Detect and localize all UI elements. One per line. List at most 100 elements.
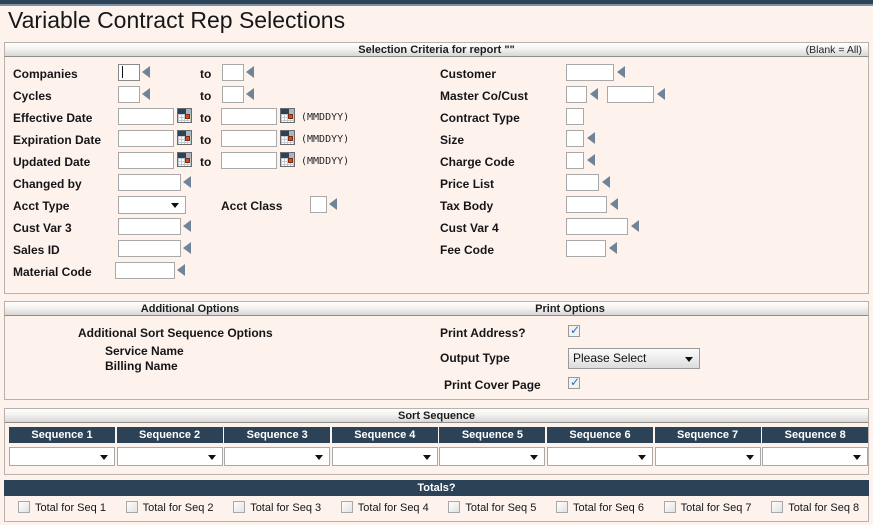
total-for-seq-4-checkbox[interactable] bbox=[340, 501, 353, 513]
label-contract-type: Contract Type bbox=[440, 111, 520, 125]
price-list-lookup-icon[interactable] bbox=[602, 176, 610, 188]
cycles-to-input[interactable] bbox=[222, 86, 244, 103]
blank-equals-all-note: (Blank = All) bbox=[805, 44, 862, 56]
updated-date-to-word: to bbox=[200, 155, 212, 169]
master-cust-input[interactable] bbox=[607, 86, 654, 103]
customer-input[interactable] bbox=[566, 64, 614, 81]
master-cust-lookup-icon[interactable] bbox=[657, 88, 665, 100]
changed-by-lookup-icon[interactable] bbox=[183, 176, 191, 188]
top-accent-line bbox=[0, 4, 873, 6]
acct-type-select[interactable] bbox=[118, 196, 186, 214]
label-effective-date: Effective Date bbox=[13, 111, 93, 125]
cust-var-4-input[interactable] bbox=[566, 218, 628, 235]
total-for-seq-7-checkbox[interactable] bbox=[663, 501, 676, 513]
print-options-header-title: Print Options bbox=[535, 303, 605, 315]
fee-code-lookup-icon[interactable] bbox=[609, 242, 617, 254]
total-for-seq-5-checkbox[interactable] bbox=[448, 501, 461, 513]
selection-criteria-header: Selection Criteria for report "" (Blank … bbox=[4, 42, 869, 57]
sequence-select-5[interactable] bbox=[439, 447, 546, 466]
sort-sequence-header: Sort Sequence bbox=[4, 408, 869, 423]
sequence-select-4[interactable] bbox=[331, 447, 438, 466]
sequence-select-8[interactable] bbox=[762, 447, 869, 466]
calendar-icon[interactable] bbox=[280, 130, 295, 145]
effective-date-to-input[interactable] bbox=[221, 108, 277, 125]
total-for-seq-2-checkbox[interactable] bbox=[125, 501, 138, 513]
cycles-to-lookup-icon[interactable] bbox=[246, 88, 254, 100]
charge-code-lookup-icon[interactable] bbox=[587, 154, 595, 166]
chevron-down-icon bbox=[853, 454, 862, 460]
companies-from-lookup-icon[interactable] bbox=[142, 66, 150, 78]
expiration-date-from-input[interactable] bbox=[118, 130, 174, 147]
material-code-lookup-icon[interactable] bbox=[177, 264, 185, 276]
material-code-input[interactable] bbox=[115, 262, 175, 279]
print-address-checkbox[interactable]: ✓ bbox=[568, 324, 580, 337]
updated-date-from-input[interactable] bbox=[118, 152, 174, 169]
label-updated-date: Updated Date bbox=[13, 155, 91, 169]
cycles-from-input[interactable] bbox=[118, 86, 140, 103]
expiration-date-to-word: to bbox=[200, 133, 212, 147]
calendar-icon[interactable] bbox=[177, 108, 192, 123]
sales-id-lookup-icon[interactable] bbox=[183, 242, 191, 254]
chevron-down-icon bbox=[315, 454, 324, 460]
companies-to-input[interactable] bbox=[222, 64, 244, 81]
total-for-seq-5-label: Total for Seq 5 bbox=[465, 502, 537, 514]
sales-id-input[interactable] bbox=[118, 240, 181, 257]
total-for-seq-6-checkbox[interactable] bbox=[556, 501, 568, 513]
sequence-header-4: Sequence 4 bbox=[331, 427, 438, 443]
changed-by-input[interactable] bbox=[118, 174, 181, 191]
sequence-header-3: Sequence 3 bbox=[224, 427, 331, 443]
label-acct-type: Acct Type bbox=[13, 199, 70, 213]
calendar-icon[interactable] bbox=[280, 108, 295, 123]
tax-body-input[interactable] bbox=[566, 196, 607, 213]
sequence-select-1[interactable] bbox=[9, 447, 115, 466]
companies-to-lookup-icon[interactable] bbox=[246, 66, 254, 78]
sequence-select-2[interactable] bbox=[116, 447, 223, 466]
cust-var-4-lookup-icon[interactable] bbox=[631, 220, 639, 232]
label-size: Size bbox=[440, 133, 465, 147]
checkmark-icon: ✓ bbox=[570, 375, 581, 389]
sort-sequence-panel: Sequence 1 Sequence 2 Sequence 3 Sequence 4… bbox=[4, 423, 869, 475]
updated-date-format-hint: (MMDDYY) bbox=[301, 156, 350, 167]
contract-type-input[interactable] bbox=[566, 108, 584, 125]
total-for-seq-3-checkbox[interactable] bbox=[233, 501, 246, 513]
effective-date-from-input[interactable] bbox=[118, 108, 174, 125]
fee-code-input[interactable] bbox=[566, 240, 606, 257]
sequence-select-3[interactable] bbox=[224, 447, 331, 466]
tax-body-lookup-icon[interactable] bbox=[610, 198, 618, 210]
label-fee-code: Fee Code bbox=[440, 243, 495, 257]
selection-criteria-header-title: Selection Criteria for report "" bbox=[358, 44, 515, 56]
acct-class-lookup-icon[interactable] bbox=[329, 198, 337, 210]
size-input[interactable] bbox=[566, 130, 584, 147]
selection-criteria-panel: Companies to Cycles to Effective Date to… bbox=[4, 57, 869, 294]
charge-code-input[interactable] bbox=[566, 152, 584, 169]
expiration-date-to-input[interactable] bbox=[221, 130, 277, 147]
expiration-date-format-hint: (MMDDYY) bbox=[301, 134, 350, 145]
cust-var-3-lookup-icon[interactable] bbox=[183, 220, 191, 232]
sequence-select-6[interactable] bbox=[547, 447, 653, 466]
master-co-lookup-icon[interactable] bbox=[590, 88, 598, 100]
price-list-input[interactable] bbox=[566, 174, 599, 191]
customer-lookup-icon[interactable] bbox=[617, 66, 625, 78]
calendar-icon[interactable] bbox=[177, 130, 192, 145]
sequence-header-2: Sequence 2 bbox=[116, 427, 223, 443]
total-for-seq-1-checkbox[interactable] bbox=[18, 501, 30, 513]
effective-date-format-hint: (MMDDYY) bbox=[301, 112, 350, 123]
sequence-select-7[interactable] bbox=[654, 447, 761, 466]
calendar-icon[interactable] bbox=[177, 152, 192, 167]
calendar-icon[interactable] bbox=[280, 152, 295, 167]
label-tax-body: Tax Body bbox=[440, 199, 494, 213]
sequence-header-6: Sequence 6 bbox=[547, 427, 653, 443]
chevron-down-icon bbox=[171, 203, 179, 208]
additional-sort-sequence-options-title: Additional Sort Sequence Options bbox=[78, 326, 273, 340]
cycles-from-lookup-icon[interactable] bbox=[142, 88, 150, 100]
cust-var-3-input[interactable] bbox=[118, 218, 181, 235]
label-print-cover-page: Print Cover Page bbox=[444, 378, 541, 392]
totals-header-title: Totals? bbox=[417, 482, 456, 494]
size-lookup-icon[interactable] bbox=[587, 132, 595, 144]
updated-date-to-input[interactable] bbox=[221, 152, 277, 169]
print-cover-page-checkbox[interactable]: ✓ bbox=[568, 375, 581, 389]
total-for-seq-8-checkbox[interactable] bbox=[771, 501, 784, 513]
acct-class-input[interactable] bbox=[310, 196, 327, 213]
output-type-select[interactable]: Please Select bbox=[568, 348, 700, 369]
master-co-input[interactable] bbox=[566, 86, 587, 103]
